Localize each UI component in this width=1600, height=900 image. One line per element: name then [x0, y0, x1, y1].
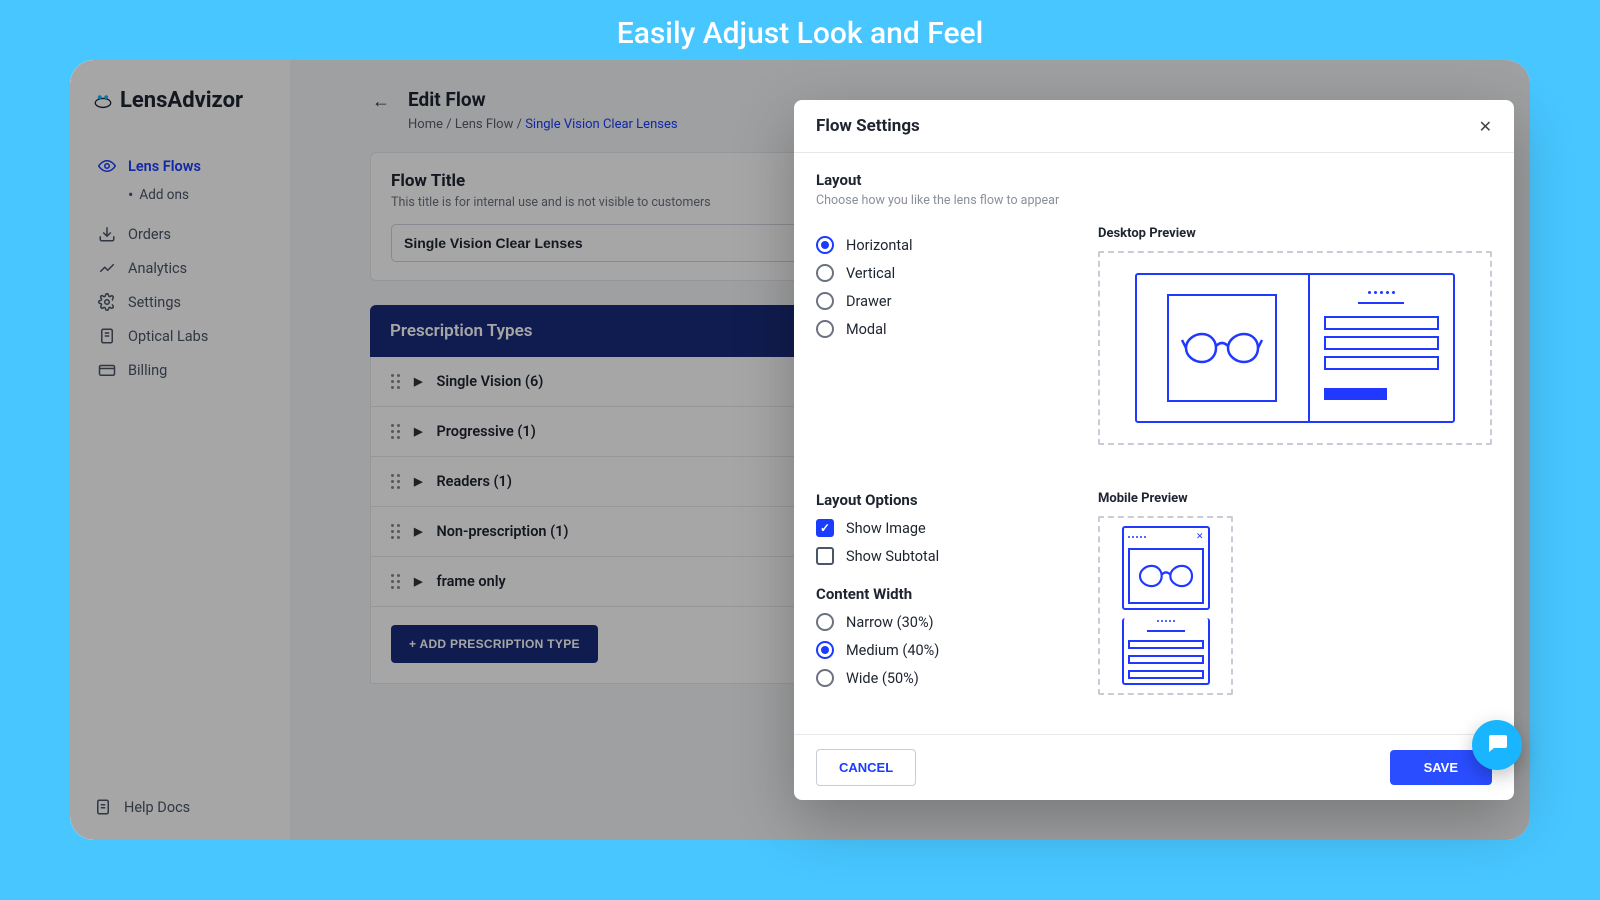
radio-vertical[interactable]: Vertical — [816, 264, 1076, 282]
layout-options-heading: Layout Options — [816, 491, 1076, 509]
chat-fab[interactable] — [1472, 720, 1522, 770]
mobile-preview-column: Mobile Preview ✕ — [1098, 491, 1492, 697]
mobile-frame-bottom — [1122, 618, 1210, 685]
radio-icon — [816, 292, 834, 310]
radio-horizontal[interactable]: Horizontal — [816, 236, 1076, 254]
line-icon — [1324, 388, 1387, 400]
layout-heading: Layout — [816, 171, 1492, 189]
close-button[interactable]: ✕ — [1479, 117, 1492, 136]
mobile-preview-box: ✕ — [1098, 516, 1233, 695]
line-icon — [1324, 316, 1439, 330]
line-icon — [1147, 630, 1185, 632]
radio-label: Vertical — [846, 265, 895, 282]
radio-wide[interactable]: Wide (50%) — [816, 669, 1076, 687]
radio-icon — [816, 669, 834, 687]
radio-label: Wide (50%) — [846, 670, 919, 687]
desktop-preview-label: Desktop Preview — [1098, 226, 1492, 241]
check-show-subtotal[interactable]: Show Subtotal — [816, 547, 1076, 565]
close-icon: ✕ — [1479, 117, 1492, 136]
mobile-preview-label: Mobile Preview — [1098, 491, 1492, 506]
radio-label: Horizontal — [846, 237, 913, 254]
mobile-frame: ✕ — [1122, 526, 1210, 610]
modal-body: Layout Choose how you like the lens flow… — [794, 153, 1514, 734]
flow-settings-modal: Flow Settings ✕ Layout Choose how you li… — [794, 100, 1514, 800]
line-icon — [1128, 670, 1204, 679]
radio-medium[interactable]: Medium (40%) — [816, 641, 1076, 659]
desktop-preview-column: Desktop Preview — [1098, 226, 1492, 445]
radio-icon — [816, 641, 834, 659]
line-icon — [1128, 655, 1204, 664]
check-label: Show Subtotal — [846, 548, 939, 565]
radio-modal[interactable]: Modal — [816, 320, 1076, 338]
desktop-preview-box — [1098, 251, 1492, 445]
dots-icon — [1324, 291, 1439, 294]
line-icon — [1324, 336, 1439, 350]
modal-header: Flow Settings ✕ — [794, 100, 1514, 153]
layout-options-column: Layout Options ✓ Show Image Show Subtota… — [816, 491, 1076, 697]
radio-icon — [816, 236, 834, 254]
dots-icon — [1128, 536, 1146, 538]
glasses-icon — [1167, 294, 1277, 402]
radio-narrow[interactable]: Narrow (30%) — [816, 613, 1076, 631]
glasses-icon — [1128, 548, 1204, 604]
checkbox-icon — [816, 547, 834, 565]
checkbox-icon: ✓ — [816, 519, 834, 537]
line-icon — [1128, 640, 1204, 649]
radio-label: Modal — [846, 321, 887, 338]
content-width-heading: Content Width — [816, 585, 1076, 603]
radio-label: Medium (40%) — [846, 642, 939, 659]
radio-label: Drawer — [846, 293, 892, 310]
desktop-frame — [1135, 273, 1455, 423]
radio-icon — [816, 320, 834, 338]
check-show-image[interactable]: ✓ Show Image — [816, 519, 1076, 537]
layout-radio-group: Horizontal Vertical Drawer Modal — [816, 226, 1076, 445]
radio-label: Narrow (30%) — [846, 614, 934, 631]
promo-banner: Easily Adjust Look and Feel — [0, 0, 1600, 59]
radio-drawer[interactable]: Drawer — [816, 292, 1076, 310]
line-icon — [1324, 356, 1439, 370]
line-icon — [1358, 302, 1404, 304]
close-icon: ✕ — [1196, 533, 1204, 542]
check-label: Show Image — [846, 520, 926, 537]
chat-icon — [1485, 731, 1509, 759]
modal-title: Flow Settings — [816, 116, 920, 136]
modal-footer: CANCEL SAVE — [794, 734, 1514, 800]
radio-icon — [816, 264, 834, 282]
dots-icon — [1157, 620, 1175, 622]
layout-subheading: Choose how you like the lens flow to app… — [816, 193, 1492, 208]
cancel-button[interactable]: CANCEL — [816, 749, 916, 786]
radio-icon — [816, 613, 834, 631]
